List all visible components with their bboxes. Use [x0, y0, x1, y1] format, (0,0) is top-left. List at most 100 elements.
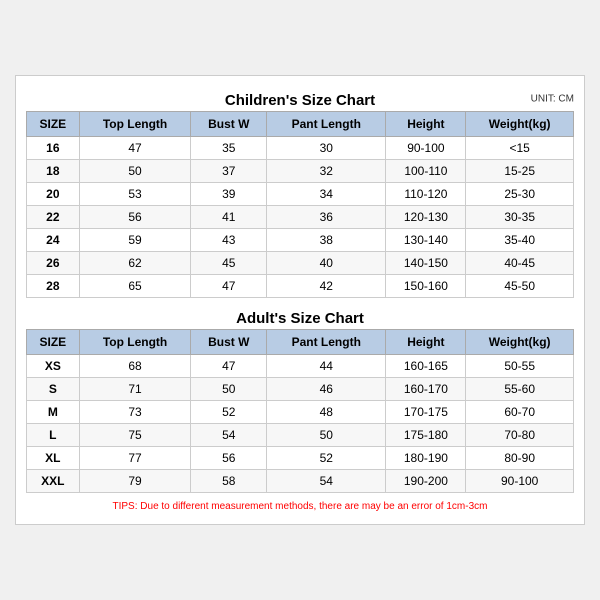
table-cell: 52 [267, 447, 386, 470]
table-cell: 18 [27, 160, 80, 183]
table-cell: 53 [79, 183, 191, 206]
table-row: M735248170-17560-70 [27, 401, 574, 424]
table-cell: 30 [267, 137, 386, 160]
table-cell: 26 [27, 252, 80, 275]
adult-header-row: SIZE Top Length Bust W Pant Length Heigh… [27, 330, 574, 355]
table-cell: 55-60 [466, 378, 574, 401]
table-cell: 50 [79, 160, 191, 183]
table-cell: 175-180 [386, 424, 466, 447]
table-cell: 36 [267, 206, 386, 229]
table-cell: 56 [79, 206, 191, 229]
table-cell: XS [27, 355, 80, 378]
tips-text: TIPS: Due to different measurement metho… [26, 497, 574, 514]
table-cell: 70-80 [466, 424, 574, 447]
table-cell: 45-50 [466, 275, 574, 298]
children-title-text: Children's Size Chart [225, 92, 375, 109]
table-cell: 24 [27, 229, 80, 252]
table-cell: 47 [191, 355, 267, 378]
table-cell: 34 [267, 183, 386, 206]
table-cell: 15-25 [466, 160, 574, 183]
children-header-row: SIZE Top Length Bust W Pant Length Heigh… [27, 112, 574, 137]
table-row: 1647353090-100<15 [27, 137, 574, 160]
table-cell: 110-120 [386, 183, 466, 206]
adult-col-weight: Weight(kg) [466, 330, 574, 355]
table-cell: 80-90 [466, 447, 574, 470]
chart-container: Children's Size Chart UNIT: CM SIZE Top … [15, 75, 585, 525]
table-cell: 59 [79, 229, 191, 252]
adult-col-top-length: Top Length [79, 330, 191, 355]
adult-col-size: SIZE [27, 330, 80, 355]
table-cell: 28 [27, 275, 80, 298]
table-cell: 50 [191, 378, 267, 401]
table-cell: S [27, 378, 80, 401]
table-cell: 52 [191, 401, 267, 424]
table-cell: 38 [267, 229, 386, 252]
table-cell: 180-190 [386, 447, 466, 470]
table-cell: 170-175 [386, 401, 466, 424]
table-row: 20533934110-12025-30 [27, 183, 574, 206]
table-cell: 25-30 [466, 183, 574, 206]
adult-title-text: Adult's Size Chart [236, 310, 364, 327]
table-cell: 47 [191, 275, 267, 298]
table-cell: 44 [267, 355, 386, 378]
table-row: S715046160-17055-60 [27, 378, 574, 401]
table-cell: 54 [267, 470, 386, 493]
table-cell: 16 [27, 137, 80, 160]
table-cell: 20 [27, 183, 80, 206]
table-cell: 130-140 [386, 229, 466, 252]
children-col-bust-w: Bust W [191, 112, 267, 137]
children-col-top-length: Top Length [79, 112, 191, 137]
adult-col-height: Height [386, 330, 466, 355]
table-row: 24594338130-14035-40 [27, 229, 574, 252]
adult-col-pant-length: Pant Length [267, 330, 386, 355]
table-cell: 35 [191, 137, 267, 160]
table-cell: 35-40 [466, 229, 574, 252]
table-cell: 40-45 [466, 252, 574, 275]
table-cell: 54 [191, 424, 267, 447]
table-cell: L [27, 424, 80, 447]
table-cell: 160-170 [386, 378, 466, 401]
table-cell: 100-110 [386, 160, 466, 183]
children-table: SIZE Top Length Bust W Pant Length Heigh… [26, 111, 574, 298]
table-row: 22564136120-13030-35 [27, 206, 574, 229]
table-cell: 60-70 [466, 401, 574, 424]
table-cell: <15 [466, 137, 574, 160]
table-cell: 37 [191, 160, 267, 183]
table-cell: 90-100 [386, 137, 466, 160]
table-cell: 42 [267, 275, 386, 298]
table-cell: 79 [79, 470, 191, 493]
table-row: L755450175-18070-80 [27, 424, 574, 447]
table-cell: XL [27, 447, 80, 470]
table-cell: 73 [79, 401, 191, 424]
table-cell: 90-100 [466, 470, 574, 493]
children-col-pant-length: Pant Length [267, 112, 386, 137]
table-cell: 22 [27, 206, 80, 229]
table-cell: 30-35 [466, 206, 574, 229]
table-cell: 65 [79, 275, 191, 298]
table-cell: 71 [79, 378, 191, 401]
adult-col-bust-w: Bust W [191, 330, 267, 355]
table-cell: 77 [79, 447, 191, 470]
table-cell: 46 [267, 378, 386, 401]
table-cell: 43 [191, 229, 267, 252]
adult-table: SIZE Top Length Bust W Pant Length Heigh… [26, 329, 574, 493]
table-cell: 150-160 [386, 275, 466, 298]
table-cell: M [27, 401, 80, 424]
children-col-height: Height [386, 112, 466, 137]
table-cell: 41 [191, 206, 267, 229]
adult-title: Adult's Size Chart [26, 304, 574, 329]
table-row: XL775652180-19080-90 [27, 447, 574, 470]
table-cell: 56 [191, 447, 267, 470]
table-cell: 140-150 [386, 252, 466, 275]
table-cell: 50 [267, 424, 386, 447]
children-col-weight: Weight(kg) [466, 112, 574, 137]
table-cell: 48 [267, 401, 386, 424]
table-row: 26624540140-15040-45 [27, 252, 574, 275]
table-cell: 58 [191, 470, 267, 493]
table-row: XS684744160-16550-55 [27, 355, 574, 378]
table-cell: 32 [267, 160, 386, 183]
children-col-size: SIZE [27, 112, 80, 137]
table-row: XXL795854190-20090-100 [27, 470, 574, 493]
table-cell: XXL [27, 470, 80, 493]
table-cell: 120-130 [386, 206, 466, 229]
